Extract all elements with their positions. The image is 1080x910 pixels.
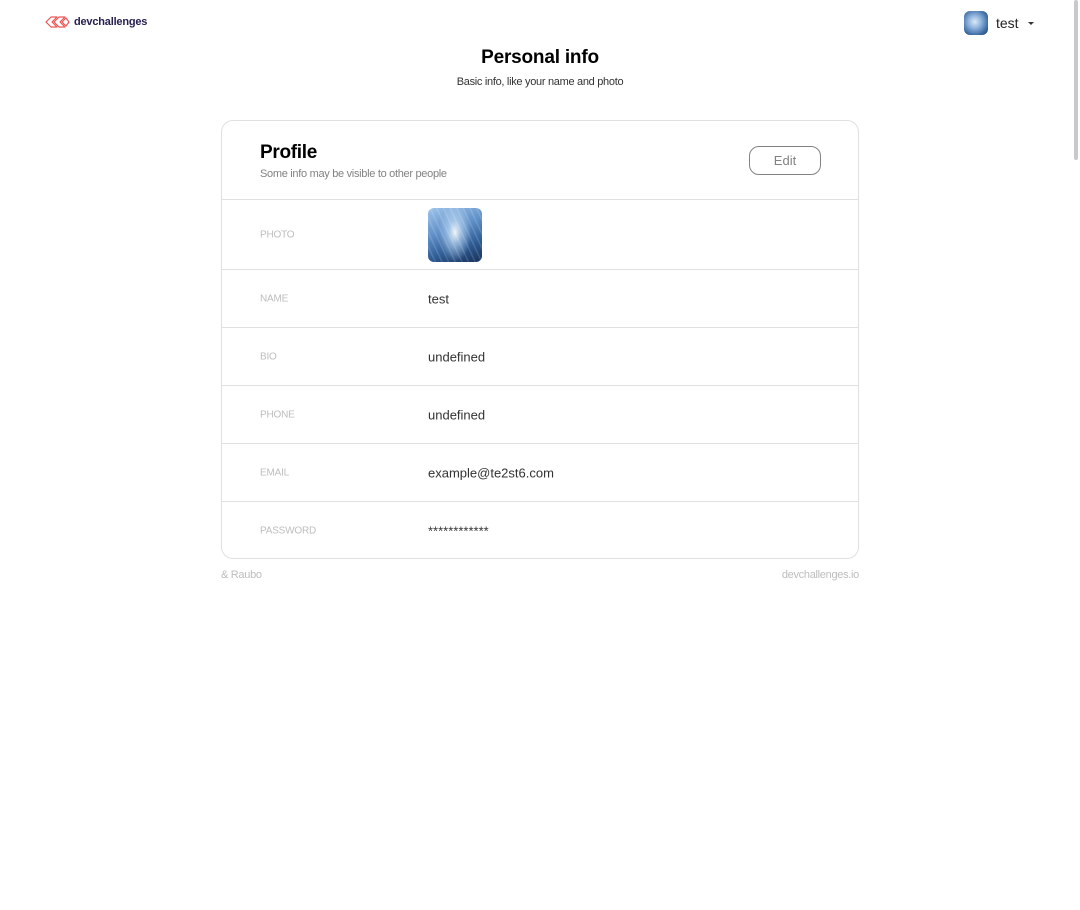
row-value: example@te2st6.com (428, 465, 554, 480)
profile-card-header: Profile Some info may be visible to othe… (222, 121, 858, 200)
footer-credit: & Raubo (221, 569, 262, 581)
profile-row-name: NAME test (222, 270, 858, 328)
row-label: NAME (260, 293, 289, 304)
devchallenges-logo[interactable]: devchallenges (44, 13, 147, 31)
page-title: Personal info (481, 47, 599, 68)
profile-row-password: PASSWORD ************ (222, 502, 858, 558)
page-subtitle: Basic info, like your name and photo (456, 76, 624, 88)
row-label: PHONE (260, 409, 295, 420)
profile-subtitle: Some info may be visible to other people (260, 168, 447, 180)
profile-page: devchallenges test Personal info Basic i… (0, 0, 1080, 910)
edit-button[interactable]: Edit (749, 146, 821, 175)
profile-row-email: EMAIL example@te2st6.com (222, 444, 858, 502)
footer-site-link[interactable]: devchallenges.io (782, 569, 859, 581)
avatar (964, 11, 988, 35)
profile-photo (428, 208, 482, 262)
row-value: test (428, 291, 449, 306)
caret-down-icon (1027, 22, 1034, 25)
profile-row-photo: PHOTO (222, 200, 858, 270)
devchallenges-logo-icon (45, 16, 70, 28)
profile-title: Profile (260, 142, 318, 163)
row-label: BIO (260, 351, 277, 362)
row-label: EMAIL (260, 467, 290, 478)
profile-card: Profile Some info may be visible to othe… (221, 120, 859, 559)
user-name: test (996, 15, 1019, 31)
row-value: undefined (428, 407, 486, 422)
profile-row-bio: BIO undefined (222, 328, 858, 386)
profile-row-phone: PHONE undefined (222, 386, 858, 444)
row-label: PASSWORD (260, 525, 316, 536)
row-value: undefined (428, 349, 486, 364)
user-menu[interactable]: test (964, 11, 1034, 35)
row-label: PHOTO (260, 229, 295, 240)
logo-text: devchallenges (74, 16, 148, 28)
row-value: ************ (428, 523, 489, 538)
